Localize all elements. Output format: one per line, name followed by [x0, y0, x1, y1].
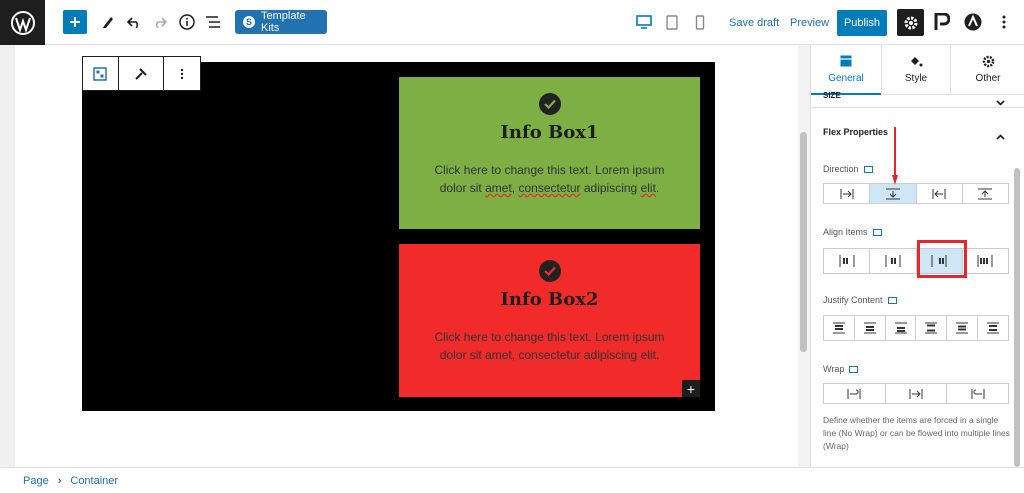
paint-bucket-icon [882, 55, 950, 69]
justify-space-between-button[interactable] [916, 316, 948, 340]
wrap-button[interactable] [824, 384, 886, 403]
info-box-title[interactable]: Info Box2 [399, 289, 700, 310]
annotation-highlight-box [917, 240, 967, 278]
direction-control [823, 183, 1009, 204]
edit-pencil-icon[interactable] [97, 11, 119, 33]
block-options-icon[interactable] [164, 57, 200, 90]
template-kits-icon: S [243, 16, 255, 28]
undo-icon[interactable] [123, 11, 145, 33]
plugin-p-icon[interactable] [931, 11, 953, 33]
canvas-scrollbar-thumb[interactable] [800, 132, 807, 352]
list-view-icon[interactable] [202, 11, 224, 33]
chevron-down-icon[interactable] [996, 93, 1005, 111]
info-box-text[interactable]: Click here to change this text. Lorem ip… [423, 161, 676, 197]
add-block-inline-icon[interactable]: + [682, 380, 700, 397]
align-items-label: Align Items [823, 227, 882, 237]
align-items-stretch-button[interactable] [963, 249, 1008, 273]
settings-gear-icon[interactable] [897, 9, 924, 36]
align-items-start-button[interactable] [824, 249, 871, 273]
checkmark-icon [538, 260, 561, 282]
desktop-responsive-icon[interactable] [863, 166, 873, 174]
save-draft-link[interactable]: Save draft [729, 17, 779, 29]
tab-general[interactable]: General [811, 45, 881, 95]
wrap-reverse-button[interactable] [947, 384, 1008, 403]
desktop-responsive-icon[interactable] [887, 297, 897, 305]
layout-icon [811, 55, 881, 69]
wordpress-logo-icon[interactable] [0, 0, 45, 45]
tab-other[interactable]: Other [951, 45, 1024, 95]
annotation-arrow-icon [892, 127, 898, 185]
info-box-title[interactable]: Info Box1 [399, 122, 700, 143]
info-box-text[interactable]: Click here to change this text. Lorem ip… [423, 328, 676, 364]
drag-handle-icon[interactable] [119, 57, 165, 90]
desktop-responsive-icon[interactable] [872, 229, 882, 237]
direction-row-reverse-button[interactable] [917, 184, 963, 203]
publish-button[interactable]: Publish [837, 10, 887, 36]
astra-logo-icon[interactable] [962, 11, 984, 33]
wrap-description: Define whether the items are forced in a… [823, 415, 1010, 451]
justify-content-label: Justify Content [823, 295, 897, 305]
preview-link[interactable]: Preview [790, 17, 829, 29]
justify-space-around-button[interactable] [947, 316, 979, 340]
checkmark-icon [538, 93, 561, 115]
redo-icon[interactable] [149, 11, 171, 33]
tab-style[interactable]: Style [881, 45, 951, 95]
sidebar-scrollbar[interactable] [1014, 168, 1020, 467]
info-box-1[interactable]: Info Box1 Click here to change this text… [399, 77, 700, 229]
divider [811, 107, 1024, 108]
block-type-button[interactable] [83, 57, 119, 90]
flex-properties-header[interactable]: Flex Properties [823, 127, 888, 137]
sidebar-tabs: General Style Other [811, 45, 1024, 95]
template-kits-label: Template Kits [261, 10, 306, 34]
align-items-control [823, 248, 1009, 274]
add-block-button[interactable] [63, 10, 87, 34]
direction-row-button[interactable] [824, 184, 871, 203]
editor-left-gutter [0, 45, 15, 467]
info-icon[interactable] [176, 11, 198, 33]
justify-start-button[interactable] [824, 316, 855, 340]
top-toolbar: S Template Kits Save draft Preview Publi… [0, 0, 1024, 45]
breadcrumb-page[interactable]: Page [23, 475, 49, 487]
chevron-up-icon[interactable] [996, 127, 1005, 145]
justify-space-evenly-button[interactable] [978, 316, 1008, 340]
more-options-icon[interactable] [993, 11, 1015, 33]
breadcrumb: Page › Container [0, 467, 1024, 493]
desktop-preview-icon[interactable] [633, 11, 655, 33]
direction-label: Direction [823, 164, 873, 174]
template-kits-button[interactable]: S Template Kits [235, 10, 327, 34]
desktop-responsive-icon[interactable] [849, 366, 859, 374]
mobile-preview-icon[interactable] [689, 11, 711, 33]
gear-icon [951, 55, 1024, 69]
tablet-preview-icon[interactable] [661, 11, 683, 33]
no-wrap-button[interactable] [886, 384, 948, 403]
justify-center-button[interactable] [855, 316, 886, 340]
align-items-center-button[interactable] [870, 249, 917, 273]
direction-column-reverse-button[interactable] [963, 184, 1008, 203]
justify-end-button[interactable] [886, 316, 917, 340]
chevron-right-icon: › [57, 474, 62, 487]
wrap-control [823, 383, 1009, 404]
info-box-2[interactable]: Info Box2 Click here to change this text… [399, 244, 700, 397]
block-toolbar [82, 56, 201, 91]
justify-content-control [823, 315, 1009, 341]
wrap-label: Wrap [823, 364, 859, 374]
size-section-header[interactable]: Size [823, 91, 841, 100]
breadcrumb-container[interactable]: Container [70, 475, 118, 487]
